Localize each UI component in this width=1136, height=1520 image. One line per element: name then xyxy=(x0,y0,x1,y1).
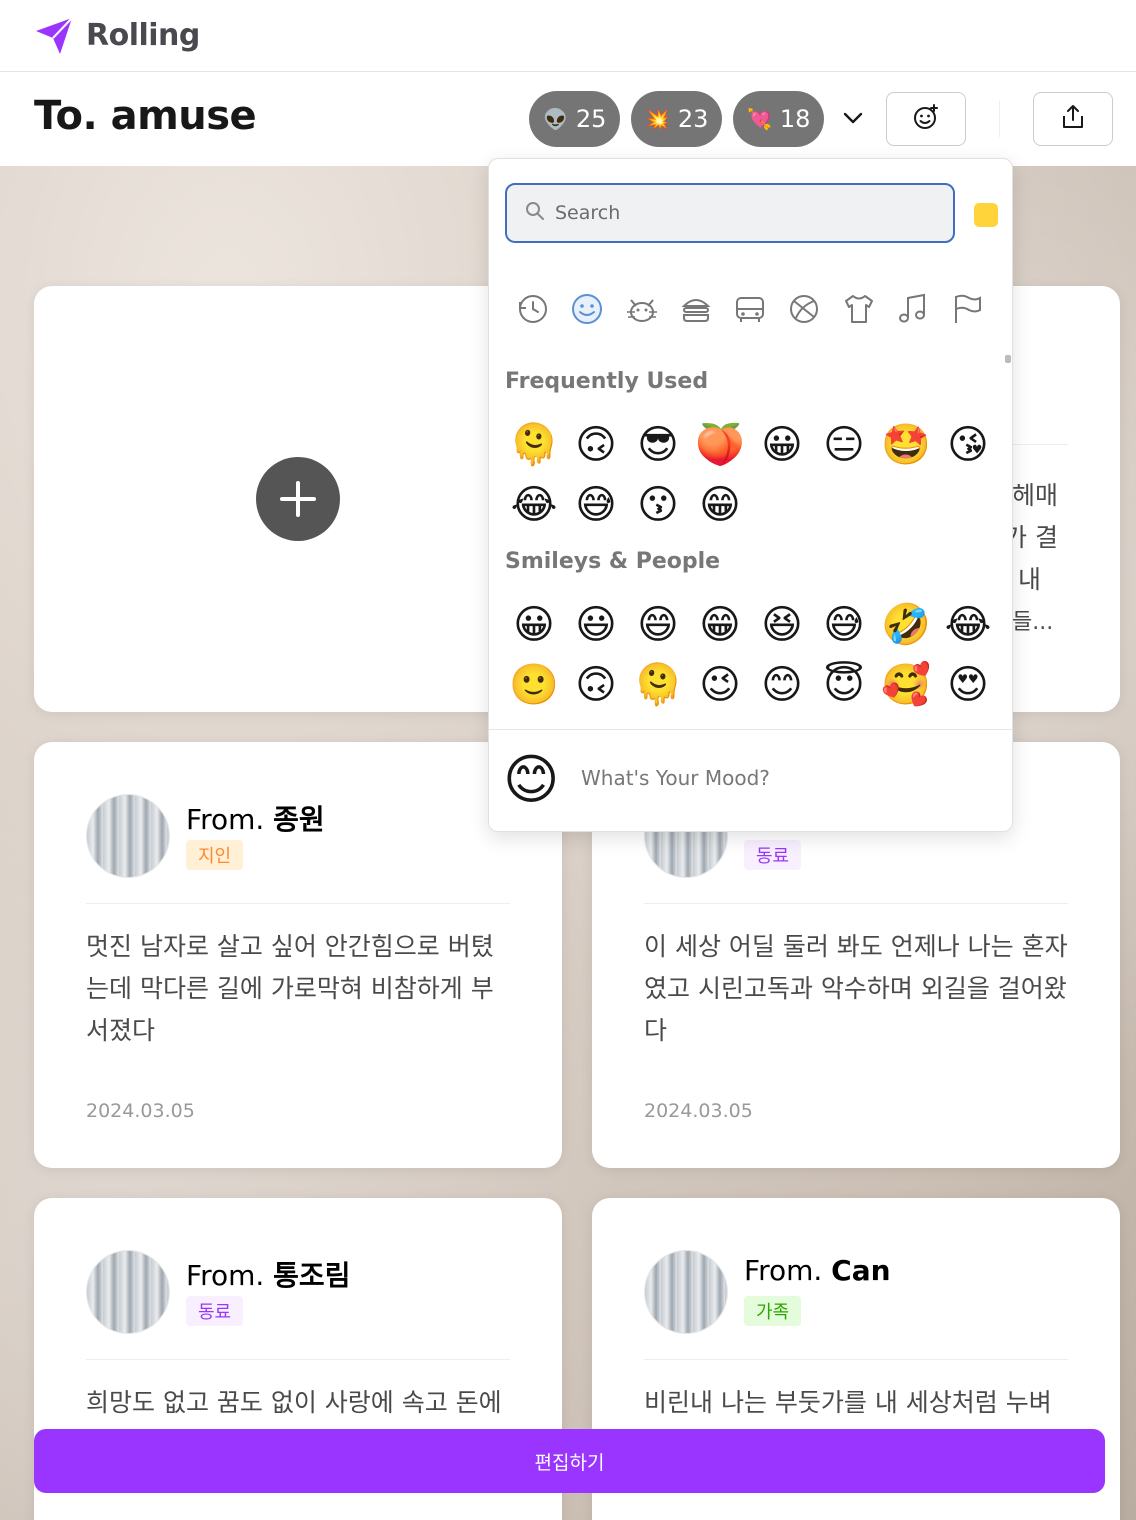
add-reaction-button[interactable] xyxy=(886,92,966,146)
flags-icon[interactable] xyxy=(949,291,985,327)
brand-name[interactable]: Rolling xyxy=(86,18,200,53)
message-date: 2024.03.05 xyxy=(86,1100,195,1122)
message-text: 희망도 없고 꿈도 없이 사랑에 속고 돈에 xyxy=(86,1388,502,1417)
message-date: 2024.03.05 xyxy=(644,1100,753,1122)
reaction-emoji: 💘 xyxy=(747,107,772,131)
emoji-item[interactable]: 😃 xyxy=(565,595,627,655)
sender-name: From. 종원 xyxy=(186,803,325,836)
skin-tone-selector[interactable] xyxy=(974,203,998,227)
message-text: 이 세상 어딜 둘러 봐도 언제나 나는 혼자였고 시린고독과 악수하며 외길을… xyxy=(644,932,1068,1045)
smileys-icon[interactable] xyxy=(569,291,605,327)
share-button[interactable] xyxy=(1033,92,1113,146)
relation-badge: 동료 xyxy=(744,840,802,870)
avatar xyxy=(86,1250,170,1334)
emoji-item[interactable]: 😎 xyxy=(627,415,689,475)
preview-text: What's Your Mood? xyxy=(581,766,770,790)
section-title: Frequently Used xyxy=(505,369,709,394)
reaction-chip[interactable]: 👽 25 xyxy=(529,91,621,147)
emoji-category-bar xyxy=(515,291,985,331)
smileys-grid: 😀 😃 😄 😁 😆 😅 🤣 😂 🙂 🙃 🫠 😉 😊 😇 🥰 😍 xyxy=(503,595,999,715)
emoji-item[interactable]: 😂 xyxy=(937,595,999,655)
emoji-item[interactable]: 😘 xyxy=(937,415,999,475)
emoji-item[interactable]: 🙃 xyxy=(565,415,627,475)
reaction-count: 23 xyxy=(677,105,709,133)
emoji-item[interactable]: 🙂 xyxy=(503,655,565,715)
picker-scrollbar[interactable] xyxy=(1005,355,1011,363)
emoji-item[interactable]: 😀 xyxy=(751,415,813,475)
top-nav: Rolling xyxy=(0,0,1136,72)
relation-badge: 동료 xyxy=(186,1296,244,1326)
emoji-item[interactable]: 😇 xyxy=(813,655,875,715)
divider xyxy=(999,101,1000,137)
emoji-preview-bar: 😊 What's Your Mood? xyxy=(489,729,1012,831)
reaction-count: 18 xyxy=(779,105,811,133)
message-card[interactable]: From. 종원 지인 멋진 남자로 살고 싶어 안간힘으로 버텼는데 막다른 … xyxy=(34,742,562,1168)
activity-icon[interactable] xyxy=(786,291,822,327)
relation-badge: 가족 xyxy=(744,1296,802,1326)
emoji-item[interactable]: 🤣 xyxy=(875,595,937,655)
emoji-item[interactable]: 😅 xyxy=(813,595,875,655)
smiley-add-icon xyxy=(912,103,940,135)
emoji-item[interactable]: 😊 xyxy=(751,655,813,715)
reaction-count: 25 xyxy=(575,105,607,133)
relation-badge: 지인 xyxy=(186,840,244,870)
objects-icon[interactable] xyxy=(841,291,877,327)
emoji-search-input[interactable] xyxy=(555,202,935,224)
message-text-fragment: 내 xyxy=(1018,565,1042,594)
message-text-fragment: 들... xyxy=(1012,610,1054,635)
travel-icon[interactable] xyxy=(732,291,768,327)
emoji-item[interactable]: 😁 xyxy=(689,595,751,655)
emoji-item[interactable]: 😄 xyxy=(627,595,689,655)
recent-icon[interactable] xyxy=(515,291,551,327)
emoji-item[interactable]: 😉 xyxy=(689,655,751,715)
emoji-item[interactable]: 😀 xyxy=(503,595,565,655)
edit-button[interactable]: 편집하기 xyxy=(34,1429,1105,1493)
sender-name: From. 통조림 xyxy=(186,1259,351,1292)
search-icon xyxy=(525,201,545,225)
emoji-item[interactable]: 🥰 xyxy=(875,655,937,715)
share-icon xyxy=(1059,103,1087,135)
emoji-picker: Frequently Used 🫠 🙃 😎 🍑 😀 😑 🤩 😘 😂 😅 😗 😁 … xyxy=(488,158,1013,832)
emoji-item[interactable]: 😗 xyxy=(627,475,689,535)
chevron-down-icon[interactable] xyxy=(836,101,870,135)
card-header: From. Can 가족 xyxy=(644,1250,1068,1360)
emoji-item[interactable]: 🫠 xyxy=(503,415,565,475)
avatar xyxy=(644,1250,728,1334)
emoji-search-box[interactable] xyxy=(505,183,955,243)
message-text-fragment: 헤매 xyxy=(1012,481,1059,510)
plus-icon xyxy=(280,481,316,517)
emoji-item[interactable]: 🙃 xyxy=(565,655,627,715)
preview-emoji: 😊 xyxy=(503,748,560,811)
reaction-chip[interactable]: 💥 23 xyxy=(631,91,723,147)
emoji-item[interactable]: 😁 xyxy=(689,475,751,535)
add-message-card[interactable] xyxy=(34,286,562,712)
symbols-icon[interactable] xyxy=(895,291,931,327)
paper-plane-icon[interactable] xyxy=(32,14,76,58)
emoji-item[interactable]: 😑 xyxy=(813,415,875,475)
emoji-item[interactable]: 😍 xyxy=(937,655,999,715)
reaction-emoji: 👽 xyxy=(543,107,568,131)
sender-name: From. Can xyxy=(744,1254,891,1287)
recipient-title: To. amuse xyxy=(34,93,257,139)
emoji-item[interactable]: 😂 xyxy=(503,475,565,535)
add-message-button[interactable] xyxy=(256,457,340,541)
message-text: 멋진 남자로 살고 싶어 안간힘으로 버텼는데 막다른 길에 가로막혀 비참하게… xyxy=(86,932,494,1045)
emoji-item[interactable]: 🍑 xyxy=(689,415,751,475)
food-icon[interactable] xyxy=(678,291,714,327)
section-title: Smileys & People xyxy=(505,549,721,574)
card-header: From. 종원 지인 xyxy=(86,794,510,904)
emoji-item[interactable]: 🫠 xyxy=(627,655,689,715)
emoji-item[interactable]: 🤩 xyxy=(875,415,937,475)
frequently-used-grid: 🫠 🙃 😎 🍑 😀 😑 🤩 😘 😂 😅 😗 😁 xyxy=(503,415,999,535)
reaction-chip[interactable]: 💘 18 xyxy=(733,91,825,147)
emoji-item[interactable]: 😅 xyxy=(565,475,627,535)
post-header: To. amuse 👽 25 💥 23 💘 18 xyxy=(0,73,1136,166)
emoji-item[interactable]: 😆 xyxy=(751,595,813,655)
message-text: 비린내 나는 부둣가를 내 세상처럼 누벼 xyxy=(644,1388,1052,1417)
reaction-emoji: 💥 xyxy=(645,107,670,131)
animals-icon[interactable] xyxy=(624,291,660,327)
avatar xyxy=(86,794,170,878)
card-header: From. 통조림 동료 xyxy=(86,1250,510,1360)
